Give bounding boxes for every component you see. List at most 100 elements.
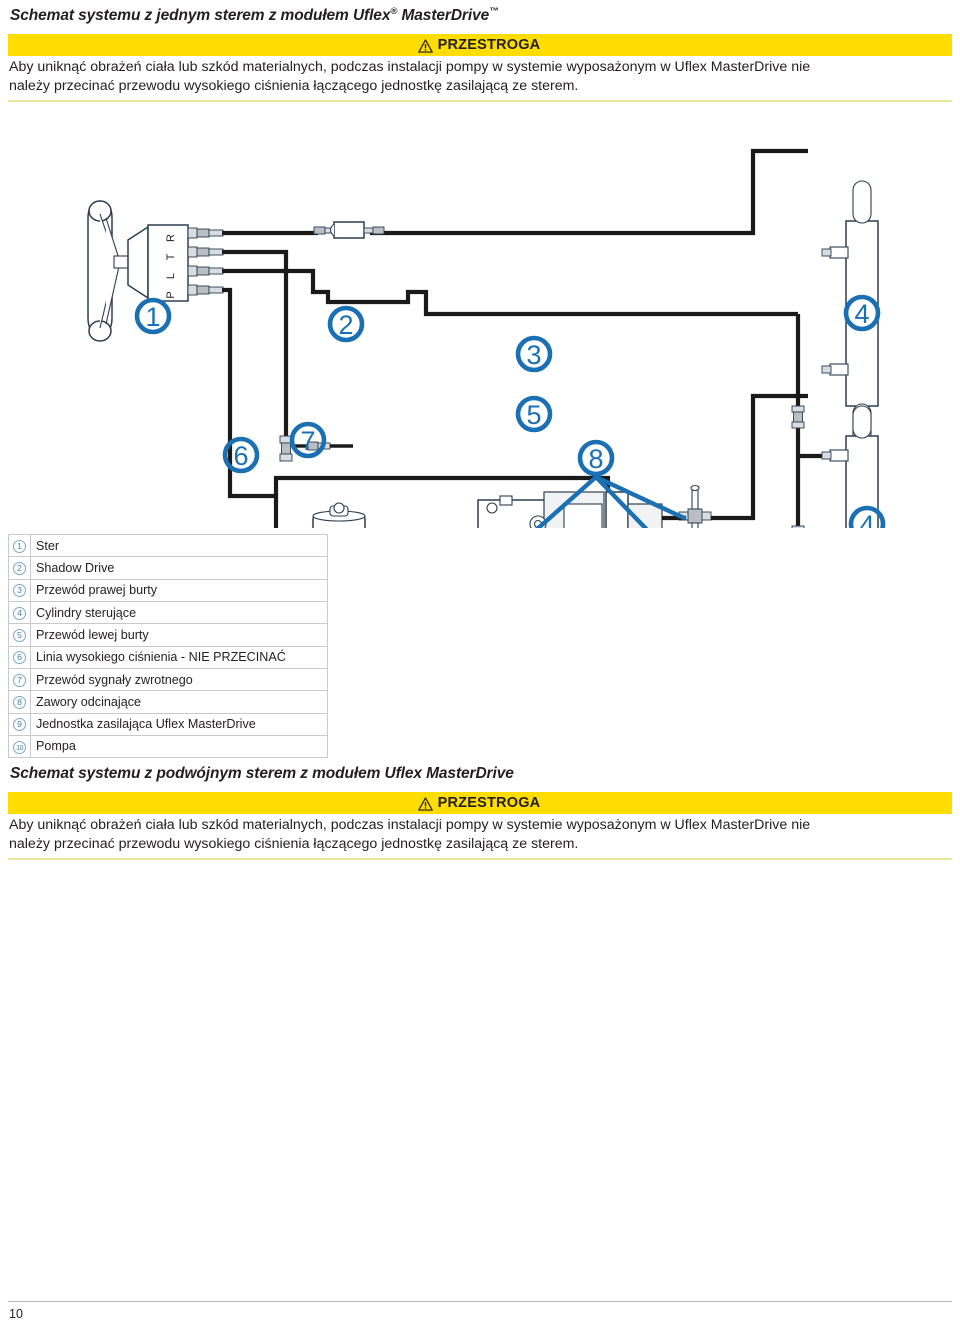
legend-number-cell: 4 (8, 601, 31, 625)
hose-pump-to-cylinders (662, 394, 808, 521)
legend-number-cell: 9 (8, 712, 31, 736)
caution-line-1-one: Aby uniknąć obrażeń ciała lub szkód mate… (9, 59, 811, 76)
caution-banner-label-one: PRZESTROGA (417, 37, 541, 54)
legend-circle-4: 4 (13, 606, 26, 620)
legend-circle-1: 1 (13, 539, 26, 553)
svg-text:4: 4 (859, 510, 874, 528)
legend-circle-9: 9 (13, 718, 26, 732)
hose-port-line (222, 269, 798, 317)
svg-text:7: 7 (300, 426, 315, 456)
svg-text:6: 6 (233, 441, 248, 471)
legend-number-cell: 1 (8, 534, 31, 558)
table-row: 10 Pompa (8, 734, 328, 759)
hose-cylinder-branches (795, 314, 836, 529)
legend-label-cell: Shadow Drive (30, 556, 328, 580)
callout-5: 5 (515, 395, 553, 433)
svg-text:8: 8 (588, 444, 603, 474)
callout-8: 8 (577, 439, 615, 477)
hose-powerunit-connections (273, 516, 279, 529)
system-schematic-diagram: .hose { fill:none; stroke:#1a1a1a; strok… (8, 106, 952, 529)
caution-line-2-two: należy przecinać przewodu wysokiego ciśn… (9, 836, 579, 853)
warning-triangle-icon (417, 39, 433, 53)
caution-line-1-two: Aby uniknąć obrażeń ciała lub szkód mate… (9, 817, 811, 834)
caution-label-text-one: PRZESTROGA (437, 37, 541, 54)
legend-number-cell: 2 (8, 556, 31, 580)
table-row: 6 Linia wysokiego ciśnienia - NIE PRZECI… (8, 645, 328, 669)
legend-circle-3: 3 (13, 584, 26, 598)
hose-coupler-lower (791, 525, 805, 529)
caution-banner-two: PRZESTROGA (8, 792, 952, 815)
table-row: 7 Przewód sygnały zwrotnego (8, 667, 328, 692)
callout-3: 3 (515, 335, 553, 373)
legend-circle-8: 8 (13, 695, 26, 709)
legend-circle-2: 2 (13, 562, 26, 576)
table-row: 8 Zawory odcinające (8, 690, 328, 714)
warning-triangle-icon (417, 797, 433, 811)
legend-label-cell: Zawory odcinające (30, 690, 328, 714)
caution-line-2-one: należy przecinać przewodu wysokiego ciśn… (9, 78, 579, 95)
table-row: 3 Przewód prawej burty (8, 578, 328, 603)
caution-text-one: Aby uniknąć obrażeń ciała lub szkód mate… (8, 56, 952, 99)
helm-port-label-R: R (165, 234, 177, 242)
legend-circle-6: 6 (13, 651, 26, 665)
caution-label-text-two: PRZESTROGA (437, 795, 541, 812)
svg-text:2: 2 (338, 310, 353, 340)
page-title-two: Schemat systemu z podwójnym sterem z mod… (8, 758, 952, 790)
callout-1: 1 (134, 297, 172, 335)
table-row: 5 Przewód lewej burty (8, 623, 328, 647)
legend-number-cell: 6 (8, 645, 31, 669)
legend-number-cell: 3 (8, 578, 31, 603)
callout-7: 7 (289, 421, 327, 459)
legend-number-cell: 10 (8, 734, 31, 759)
legend-label-cell: Pompa (30, 734, 328, 759)
caution-block-two: PRZESTROGA Aby uniknąć obrażeń ciała lub… (8, 792, 952, 861)
svg-text:1: 1 (145, 302, 160, 332)
legend-number-cell: 8 (8, 690, 31, 714)
helm-port-label-T: T (165, 254, 177, 261)
caution-banner-one: PRZESTROGA (8, 34, 952, 57)
document-page: Schemat systemu z jednym sterem z modułe… (0, 0, 960, 1331)
svg-text:3: 3 (526, 340, 541, 370)
legend-circle-10: 10 (13, 740, 26, 754)
callout-2: 2 (327, 305, 365, 343)
table-row: 9 Jednostka zasilająca Uflex MasterDrive (8, 712, 328, 736)
legend-label-cell: Cylindry sterujące (30, 601, 328, 625)
caution-banner-label-two: PRZESTROGA (417, 795, 541, 812)
table-row: 4 Cylindry sterujące (8, 601, 328, 625)
schematic-svg: .hose { fill:none; stroke:#1a1a1a; strok… (87, 149, 886, 529)
page-title-one: Schemat systemu z jednym sterem z modułe… (8, 0, 952, 32)
shadow-drive-component (313, 221, 385, 239)
legend-number-cell: 7 (8, 667, 31, 692)
title-text-one: Schemat systemu z jednym sterem z modułe… (10, 7, 391, 25)
trademark-mark-icon: ™ (489, 6, 499, 17)
legend-label-cell: Przewód prawej burty (30, 578, 328, 603)
svg-text:4: 4 (854, 299, 869, 329)
caution-text-two: Aby uniknąć obrażeń ciała lub szkód mate… (8, 814, 952, 857)
legend-circle-5: 5 (13, 629, 26, 643)
helm-port-label-P: P (165, 291, 177, 298)
legend-number-cell: 5 (8, 623, 31, 647)
legend-label-cell: Ster (30, 534, 328, 558)
shutoff-valve-top-right (678, 485, 712, 529)
legend-label-cell: Przewód sygnały zwrotnego (30, 667, 328, 692)
caution-divider-two (8, 858, 952, 861)
legend-table: 1 Ster 2 Shadow Drive 3 Przewód prawej b… (8, 534, 328, 759)
legend-label-cell: Jednostka zasilająca Uflex MasterDrive (30, 712, 328, 736)
caution-divider-one (8, 100, 952, 103)
legend-label-cell: Przewód lewej burty (30, 623, 328, 647)
hose-coupler-upper (791, 405, 805, 429)
masterdrive-power-unit (312, 502, 366, 529)
hose-high-pressure-line (222, 288, 279, 517)
table-row: 2 Shadow Drive (8, 556, 328, 580)
helm-port-label-L: L (165, 273, 177, 279)
page-number: 10 (9, 1307, 23, 1321)
steering-cylinder-upper (821, 180, 879, 450)
table-row: 1 Ster (8, 534, 328, 558)
legend-circle-7: 7 (13, 673, 26, 687)
title-text-two: Schemat systemu z podwójnym sterem z mod… (10, 765, 514, 783)
legend-label-cell: Linia wysokiego ciśnienia - NIE PRZECINA… (30, 645, 328, 669)
hose-starboard-line (222, 149, 808, 236)
caution-block-one: PRZESTROGA Aby uniknąć obrażeń ciała lub… (8, 34, 952, 103)
page-footer: 10 (8, 1301, 952, 1321)
svg-text:5: 5 (526, 400, 541, 430)
